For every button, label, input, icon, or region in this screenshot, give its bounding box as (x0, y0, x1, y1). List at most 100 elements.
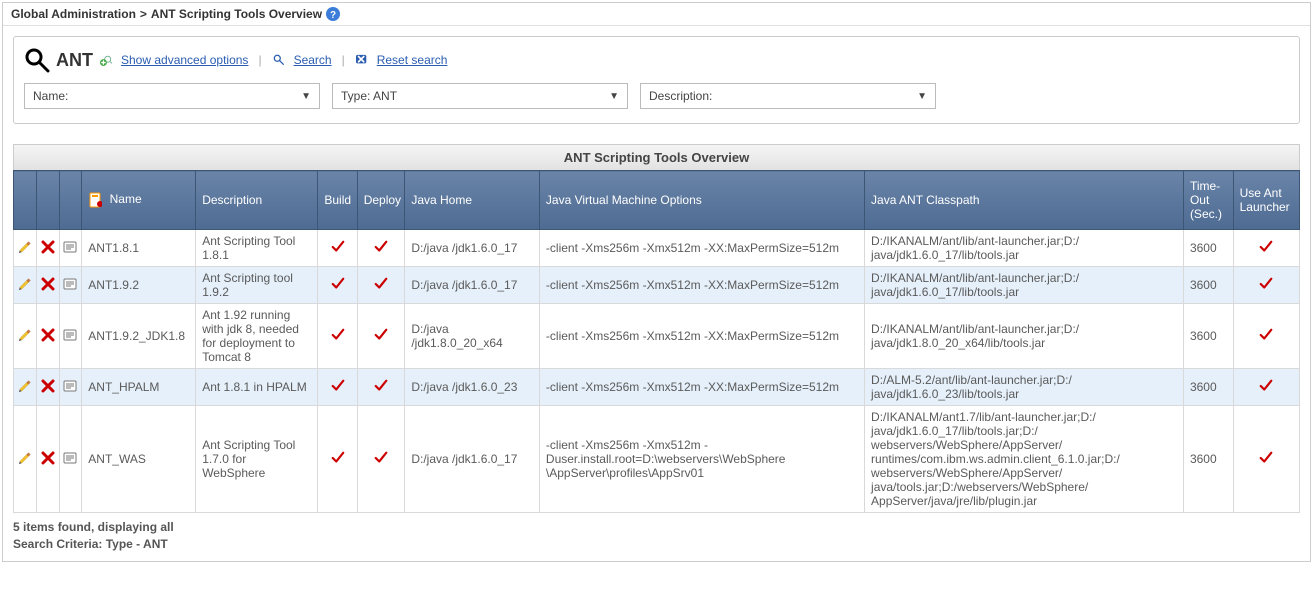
col-name[interactable]: Name (82, 171, 196, 230)
reset-search-link[interactable]: Reset search (377, 53, 448, 67)
cell-build (318, 406, 357, 513)
cell-java-home: D:/java /jdk1.6.0_23 (405, 369, 540, 406)
cell-build (318, 267, 357, 304)
cell-name: ANT_WAS (82, 406, 196, 513)
cell-deploy (357, 267, 405, 304)
cell-launcher (1233, 406, 1299, 513)
delete-icon[interactable] (41, 328, 55, 342)
search-small-icon (272, 54, 286, 66)
delete-icon[interactable] (41, 379, 55, 393)
cell-deploy (357, 406, 405, 513)
cell-timeout: 3600 (1183, 304, 1233, 369)
footer-criteria: Search Criteria: Type - ANT (13, 536, 1300, 553)
filter-description[interactable]: Description: ▼ (640, 83, 936, 109)
search-header: ANT Show advanced options | Search | Res… (24, 47, 1289, 73)
cell-java-home: D:/java /jdk1.6.0_17 (405, 267, 540, 304)
edit-icon[interactable] (18, 328, 32, 342)
cell-java-home: D:/java /jdk1.6.0_17 (405, 406, 540, 513)
cell-launcher (1233, 267, 1299, 304)
col-build[interactable]: Build (318, 171, 357, 230)
checkmark-icon (1259, 328, 1273, 342)
cell-classpath: D:/IKANALM/ant1.7/lib/ant-launcher.jar;D… (865, 406, 1184, 513)
col-timeout[interactable]: Time-Out (Sec.) (1183, 171, 1233, 230)
table-body: ANT1.8.1Ant Scripting Tool 1.8.1D:/java … (14, 230, 1300, 513)
checkmark-icon (331, 240, 345, 254)
cell-classpath: D:/ALM-5.2/ant/lib/ant-launcher.jar;D:/ … (865, 369, 1184, 406)
cell-description: Ant 1.92 running with jdk 8, needed for … (196, 304, 318, 369)
checkmark-icon (374, 328, 388, 342)
cell-launcher (1233, 230, 1299, 267)
table-container: ANT Scripting Tools Overview Name Descri… (13, 144, 1300, 513)
checkmark-icon (374, 240, 388, 254)
table-row: ANT_HPALMAnt 1.8.1 in HPALMD:/java /jdk1… (14, 369, 1300, 406)
table-row: ANT1.9.2Ant Scripting tool 1.9.2D:/java … (14, 267, 1300, 304)
footer-info: 5 items found, displaying all Search Cri… (13, 519, 1300, 553)
table-title: ANT Scripting Tools Overview (13, 144, 1300, 170)
cell-java-home: D:/java /jdk1.6.0_17 (405, 230, 540, 267)
col-jvm-options[interactable]: Java Virtual Machine Options (539, 171, 864, 230)
delete-icon[interactable] (41, 240, 55, 254)
col-launcher[interactable]: Use Ant Launcher (1233, 171, 1299, 230)
reset-icon (355, 54, 369, 66)
filter-type[interactable]: Type: ANT ▼ (332, 83, 628, 109)
col-deploy[interactable]: Deploy (357, 171, 405, 230)
cell-deploy (357, 230, 405, 267)
cell-timeout: 3600 (1183, 406, 1233, 513)
search-title: ANT (56, 50, 93, 71)
filter-row: Name: ▼ Type: ANT ▼ Description: ▼ (24, 83, 1289, 109)
cell-classpath: D:/IKANALM/ant/lib/ant-launcher.jar;D:/ … (865, 230, 1184, 267)
col-description[interactable]: Description (196, 171, 318, 230)
table-row: ANT_WASAnt Scripting Tool 1.7.0 for WebS… (14, 406, 1300, 513)
chevron-down-icon: ▼ (301, 91, 311, 102)
history-icon[interactable] (63, 379, 77, 393)
checkmark-icon (374, 379, 388, 393)
cell-classpath: D:/IKANALM/ant/lib/ant-launcher.jar;D:/ … (865, 304, 1184, 369)
breadcrumb-root[interactable]: Global Administration (11, 7, 136, 21)
cell-timeout: 3600 (1183, 369, 1233, 406)
checkmark-icon (1259, 451, 1273, 465)
cell-jvm-options: -client -Xms256m -Xmx512m -Duser.install… (539, 406, 864, 513)
cell-build (318, 369, 357, 406)
cell-launcher (1233, 369, 1299, 406)
help-icon[interactable] (326, 7, 340, 21)
checkmark-icon (374, 277, 388, 291)
col-classpath[interactable]: Java ANT Classpath (865, 171, 1184, 230)
cell-description: Ant Scripting tool 1.9.2 (196, 267, 318, 304)
history-icon[interactable] (63, 277, 77, 291)
cell-build (318, 304, 357, 369)
history-icon[interactable] (63, 328, 77, 342)
cell-deploy (357, 304, 405, 369)
cell-java-home: D:/java /jdk1.8.0_20_x64 (405, 304, 540, 369)
cell-description: Ant 1.8.1 in HPALM (196, 369, 318, 406)
delete-icon[interactable] (41, 277, 55, 291)
breadcrumb-separator: > (140, 7, 147, 21)
plus-icon[interactable] (99, 54, 113, 66)
checkmark-icon (1259, 379, 1273, 393)
edit-icon[interactable] (18, 277, 32, 291)
breadcrumb: Global Administration > ANT Scripting To… (3, 3, 1310, 26)
page-container: Global Administration > ANT Scripting To… (2, 2, 1311, 562)
chevron-down-icon: ▼ (609, 91, 619, 102)
delete-icon[interactable] (41, 451, 55, 465)
edit-icon[interactable] (18, 451, 32, 465)
cell-timeout: 3600 (1183, 230, 1233, 267)
table-row: ANT1.9.2_JDK1.8Ant 1.92 running with jdk… (14, 304, 1300, 369)
search-icon (24, 47, 50, 73)
checkmark-icon (331, 451, 345, 465)
checkmark-icon (331, 328, 345, 342)
data-table: Name Description Build Deploy Java Home … (13, 170, 1300, 513)
chevron-down-icon: ▼ (917, 91, 927, 102)
cell-jvm-options: -client -Xms256m -Xmx512m -XX:MaxPermSiz… (539, 304, 864, 369)
filter-name[interactable]: Name: ▼ (24, 83, 320, 109)
edit-icon[interactable] (18, 240, 32, 254)
table-row: ANT1.8.1Ant Scripting Tool 1.8.1D:/java … (14, 230, 1300, 267)
edit-icon[interactable] (18, 379, 32, 393)
search-link[interactable]: Search (294, 53, 332, 67)
history-icon[interactable] (63, 451, 77, 465)
breadcrumb-page: ANT Scripting Tools Overview (151, 7, 322, 21)
footer-count: 5 items found, displaying all (13, 519, 1300, 536)
col-java-home[interactable]: Java Home (405, 171, 540, 230)
show-advanced-link[interactable]: Show advanced options (121, 53, 248, 67)
history-icon[interactable] (63, 240, 77, 254)
cell-jvm-options: -client -Xms256m -Xmx512m -XX:MaxPermSiz… (539, 267, 864, 304)
